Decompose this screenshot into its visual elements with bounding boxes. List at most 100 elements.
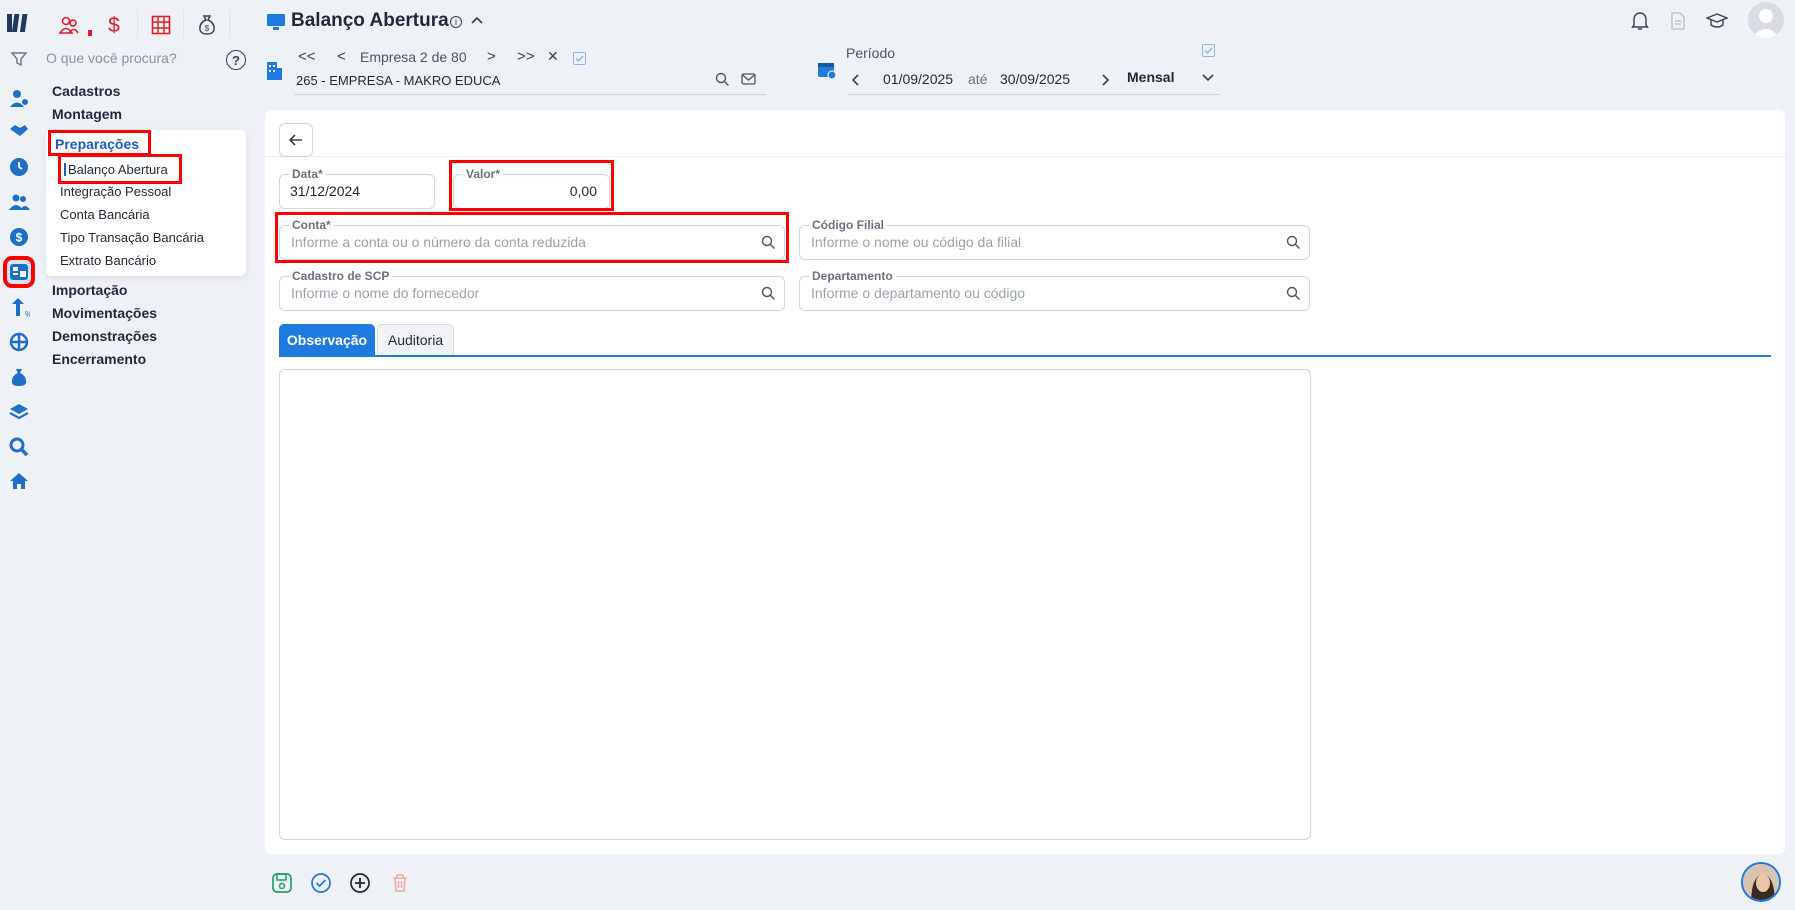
home-icon[interactable] [7, 469, 31, 493]
back-button[interactable] [279, 123, 313, 157]
confirm-button[interactable] [310, 872, 332, 894]
menu-preparacoes[interactable]: Preparações [48, 130, 151, 156]
tab-auditoria[interactable]: Auditoria [377, 324, 454, 355]
codigo-filial-label: Código Filial [809, 218, 887, 232]
chevron-right-icon[interactable] [1100, 73, 1110, 87]
period-checkbox[interactable] [1202, 44, 1215, 57]
codigo-filial-input[interactable]: Informe o nome ou código da filial [811, 234, 1021, 250]
codigo-filial-field[interactable]: Código Filial Informe o nome ou código d… [799, 218, 1310, 260]
tab-observacao[interactable]: Observação [279, 324, 375, 355]
chevron-left-icon[interactable] [851, 73, 861, 87]
handshake-icon[interactable] [7, 118, 31, 142]
accounting-icon[interactable] [3, 256, 35, 288]
menu-demonstracoes[interactable]: Demonstrações [52, 328, 157, 344]
chevron-down-icon[interactable] [1201, 72, 1215, 84]
valor-highlight [449, 160, 614, 211]
company-counter: Empresa 2 de 80 [360, 49, 467, 65]
arrow-left-icon [288, 134, 302, 146]
departamento-label: Departamento [809, 269, 896, 283]
prev-company-button[interactable]: < [337, 48, 346, 65]
chevron-up-icon[interactable] [470, 14, 484, 28]
menu-montagem[interactable]: Montagem [52, 106, 122, 122]
money-bag-icon[interactable] [7, 365, 31, 389]
money-bag-quick-icon[interactable]: $ [193, 12, 221, 38]
user-avatar[interactable] [1748, 2, 1784, 38]
conta-highlight [275, 212, 789, 263]
quick-separator [229, 10, 230, 38]
observacao-textarea[interactable] [279, 369, 1311, 840]
svg-text:$: $ [205, 24, 210, 33]
svg-text:%: % [25, 310, 30, 318]
graduation-cap-icon[interactable] [1706, 12, 1728, 30]
menu-encerramento[interactable]: Encerramento [52, 351, 146, 367]
quick-separator [137, 10, 138, 38]
add-button[interactable] [349, 872, 371, 894]
card-divider [265, 156, 1785, 157]
dollar-quick-icon[interactable]: $ [100, 12, 128, 38]
submenu-conta-bancaria[interactable]: Conta Bancária [60, 207, 150, 222]
last-company-button[interactable]: >> [517, 48, 535, 65]
document-icon[interactable] [1670, 12, 1686, 30]
menu-importacao[interactable]: Importação [52, 282, 127, 298]
departamento-input[interactable]: Informe o departamento ou código [811, 285, 1025, 301]
people-quick-icon[interactable] [55, 12, 83, 38]
mail-icon[interactable] [741, 72, 756, 86]
search-input[interactable]: O que você procura? [46, 50, 177, 66]
network-icon[interactable] [7, 330, 31, 354]
submenu-extrato-bancario[interactable]: Extrato Bancário [60, 253, 156, 268]
next-company-button[interactable]: > [487, 48, 496, 65]
period-underline [848, 94, 1220, 95]
user-register-icon[interactable] [7, 86, 31, 110]
layers-icon[interactable] [7, 400, 31, 424]
monitor-icon [267, 14, 285, 30]
cadastro-scp-input[interactable]: Informe o nome do fornecedor [291, 285, 479, 301]
menu-movimentacoes[interactable]: Movimentações [52, 305, 157, 321]
help-icon[interactable]: ? [226, 50, 246, 70]
building-icon [267, 62, 282, 80]
filter-icon[interactable] [10, 50, 28, 68]
quick-separator [183, 10, 184, 38]
delete-button[interactable] [389, 872, 411, 894]
search-icon[interactable] [715, 72, 730, 87]
cadastro-scp-label: Cadastro de SCP [289, 269, 393, 283]
notification-dot [88, 30, 92, 36]
grid-quick-icon[interactable] [147, 12, 175, 38]
assistant-avatar[interactable] [1741, 862, 1781, 902]
departamento-field[interactable]: Departamento Informe o departamento ou c… [799, 269, 1310, 311]
cadastro-scp-field[interactable]: Cadastro de SCP Informe o nome do fornec… [279, 269, 785, 311]
search-icon[interactable] [761, 286, 776, 301]
period-label: Período [846, 45, 896, 61]
save-button[interactable] [271, 872, 293, 894]
company-checkbox[interactable] [573, 52, 586, 65]
clock-icon[interactable] [7, 155, 31, 179]
svg-text:$: $ [108, 14, 120, 36]
data-field[interactable]: Data* 31/12/2024 [279, 167, 435, 209]
period-mode-select[interactable]: Mensal [1127, 69, 1174, 85]
company-underline [294, 94, 766, 95]
first-company-button[interactable]: << [298, 48, 316, 65]
people-icon[interactable] [7, 190, 31, 214]
submenu-integracao-pessoal[interactable]: Integração Pessoal [60, 184, 171, 199]
search-icon[interactable] [1286, 235, 1301, 250]
page-title: Balanço Abertura [291, 10, 449, 31]
svg-text:$: $ [16, 231, 23, 245]
close-company-button[interactable]: ✕ [547, 48, 559, 65]
bell-icon[interactable] [1631, 11, 1649, 31]
submenu-balanco-abertura[interactable]: Balanço Abertura [58, 154, 182, 184]
search-icon[interactable] [1286, 286, 1301, 301]
period-to[interactable]: 30/09/2025 [1000, 71, 1070, 87]
period-ate-label: até [968, 71, 988, 87]
data-value[interactable]: 31/12/2024 [290, 183, 360, 199]
icon-rail: $ % [0, 0, 38, 910]
data-label: Data* [289, 167, 326, 181]
submenu-tipo-transacao-bancaria[interactable]: Tipo Transação Bancária [60, 230, 204, 245]
info-icon[interactable]: i [450, 16, 462, 28]
search-doc-icon[interactable] [7, 435, 31, 459]
tab-underline [279, 355, 1771, 357]
arrow-up-icon[interactable]: % [7, 295, 31, 319]
period-from[interactable]: 01/09/2025 [883, 71, 953, 87]
dollar-icon[interactable]: $ [7, 225, 31, 249]
app-logo[interactable] [6, 10, 32, 36]
menu-cadastros[interactable]: Cadastros [52, 83, 120, 99]
company-name[interactable]: 265 - EMPRESA - MAKRO EDUCA [296, 73, 500, 88]
